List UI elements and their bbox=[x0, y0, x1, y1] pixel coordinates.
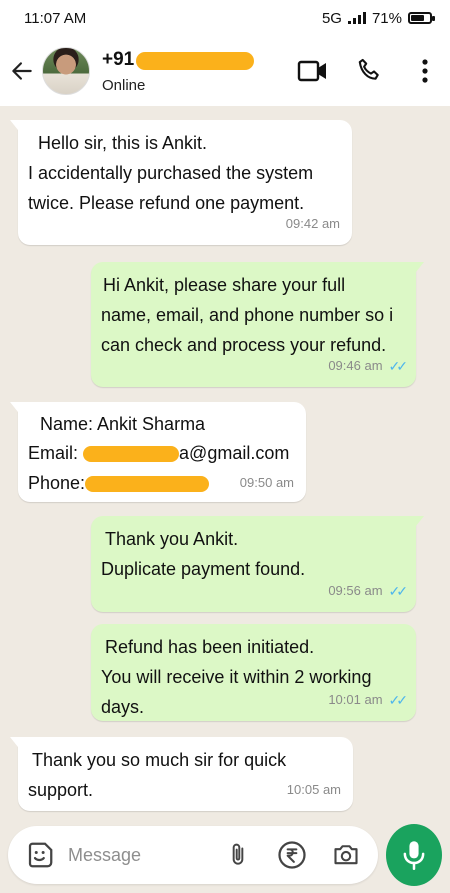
redacted-phone bbox=[85, 476, 210, 493]
more-vert-icon bbox=[422, 59, 428, 83]
payment-button[interactable] bbox=[274, 837, 310, 873]
message-bubble-incoming[interactable]: Name: Ankit Sharma Email: a@gmail.com Ph… bbox=[10, 402, 306, 502]
voice-call-button[interactable] bbox=[352, 54, 386, 88]
message-time: 09:46 am bbox=[328, 358, 383, 373]
message-time: 09:56 am bbox=[328, 583, 383, 598]
message-bubble-outgoing[interactable]: Thank you Ankit. Duplicate payment found… bbox=[91, 516, 424, 612]
message-line: name, email, and phone number so i bbox=[101, 305, 394, 325]
battery-icon bbox=[408, 12, 435, 24]
redacted-number bbox=[136, 51, 255, 70]
mic-icon bbox=[403, 841, 425, 870]
double-check-icon: ✓✓ bbox=[388, 583, 409, 599]
message-line: Name: Ankit Sharma bbox=[40, 414, 206, 434]
attach-button[interactable] bbox=[220, 837, 256, 873]
signal-icon bbox=[347, 12, 366, 24]
message-time: 10:05 am bbox=[286, 782, 341, 797]
message-list[interactable]: Hello sir, this is Ankit. I accidentally… bbox=[0, 106, 450, 820]
mic-button[interactable] bbox=[386, 824, 442, 886]
double-check-icon: ✓✓ bbox=[388, 692, 409, 708]
message-time: 09:42 am bbox=[285, 216, 340, 231]
contact-status: Online bbox=[102, 76, 146, 94]
double-check-icon: ✓✓ bbox=[388, 358, 409, 374]
redacted-email bbox=[83, 446, 180, 463]
video-call-icon bbox=[297, 60, 326, 82]
message-bubble-incoming[interactable]: Thank you so much sir for quick support.… bbox=[10, 737, 353, 811]
attach-icon bbox=[232, 843, 244, 865]
sticker-button[interactable] bbox=[22, 837, 58, 873]
phone-label: Phone: bbox=[28, 473, 86, 493]
message-time: 09:50 am bbox=[239, 475, 294, 490]
email-domain: a@gmail.com bbox=[179, 443, 290, 463]
chat-header: +91 Online bbox=[0, 36, 450, 106]
status-bar: 11:07 AM 5G 71% bbox=[0, 0, 450, 36]
back-arrow-icon bbox=[12, 62, 32, 80]
contact-name: +91 bbox=[102, 48, 135, 70]
phone-icon bbox=[358, 58, 379, 80]
message-line: Hi Ankit, please share your full bbox=[103, 275, 346, 295]
message-line: Thank you Ankit. bbox=[105, 529, 239, 549]
message-bubble-outgoing[interactable]: Hi Ankit, please share your full name, e… bbox=[91, 262, 424, 387]
message-bubble-outgoing[interactable]: Refund has been initiated. You will rece… bbox=[91, 624, 416, 721]
battery-percent: 71% bbox=[371, 9, 402, 27]
message-composer: Message bbox=[8, 826, 378, 884]
message-line: Email: a@gmail.com bbox=[28, 438, 296, 468]
rupee-payment-icon bbox=[278, 841, 306, 869]
avatar[interactable] bbox=[42, 47, 90, 95]
message-bubble-incoming[interactable]: Hello sir, this is Ankit. I accidentally… bbox=[10, 120, 352, 245]
status-indicators: 5G 71% bbox=[321, 9, 435, 27]
message-line: Refund has been initiated. bbox=[105, 637, 315, 657]
message-line: Hello sir, this is Ankit. bbox=[38, 133, 208, 153]
email-label: Email: bbox=[28, 443, 79, 463]
message-line: I accidentally purchased the system bbox=[28, 163, 314, 183]
more-options-button[interactable] bbox=[408, 54, 442, 88]
message-input[interactable]: Message bbox=[68, 845, 220, 866]
status-time: 11:07 AM bbox=[24, 9, 87, 27]
sticker-icon bbox=[28, 842, 53, 868]
message-time: 10:01 am bbox=[328, 692, 383, 707]
video-call-button[interactable] bbox=[296, 54, 330, 88]
back-button[interactable] bbox=[2, 51, 42, 91]
message-line: Thank you so much sir for quick bbox=[32, 750, 287, 770]
camera-button[interactable] bbox=[328, 837, 364, 873]
camera-icon bbox=[334, 845, 358, 865]
contact-info[interactable]: +91 Online bbox=[102, 48, 255, 94]
network-type: 5G bbox=[321, 9, 342, 27]
